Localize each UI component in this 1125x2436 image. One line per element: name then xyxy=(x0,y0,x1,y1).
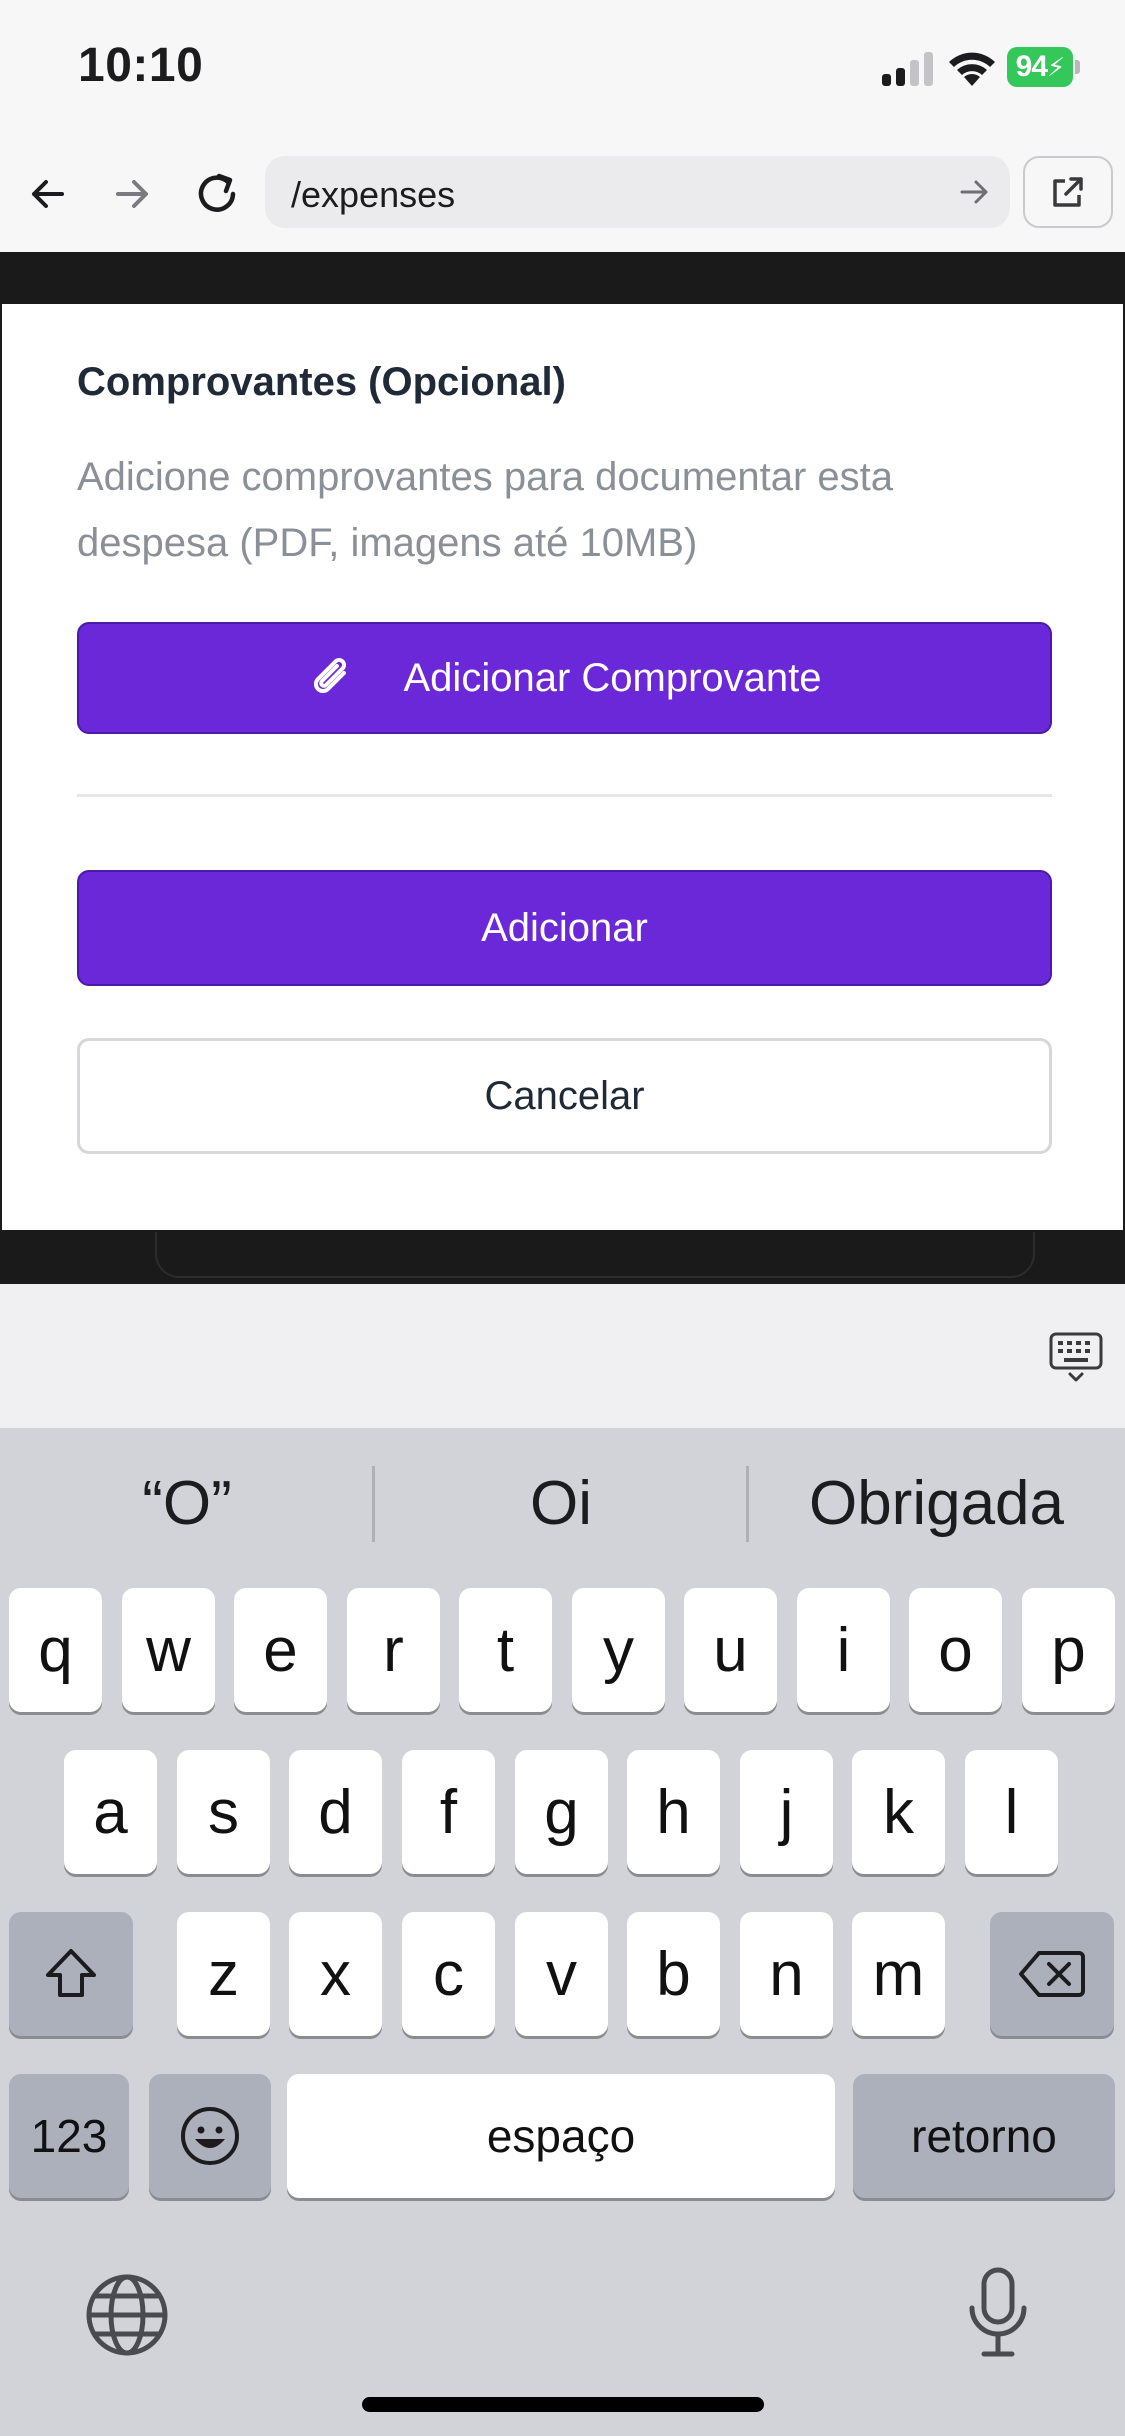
key-m[interactable]: m xyxy=(852,1912,945,2036)
key-z[interactable]: z xyxy=(177,1912,270,2036)
key-x[interactable]: x xyxy=(289,1912,382,2036)
keyboard: “O” Oi Obrigada q w e r t y u i o p a s … xyxy=(0,1428,1125,2436)
microphone-icon[interactable] xyxy=(966,2266,1030,2362)
key-w[interactable]: w xyxy=(122,1588,215,1712)
key-c[interactable]: c xyxy=(402,1912,495,2036)
keyboard-dismiss-icon[interactable] xyxy=(1048,1330,1104,1386)
browser-toolbar: /expenses xyxy=(0,140,1125,250)
status-bar: 10:10 94 ⚡ xyxy=(0,0,1125,140)
submit-button[interactable]: Adicionar xyxy=(77,870,1052,986)
key-y[interactable]: y xyxy=(572,1588,665,1712)
key-j[interactable]: j xyxy=(740,1750,833,1874)
battery-tip xyxy=(1075,60,1080,74)
paperclip-icon xyxy=(308,653,358,703)
divider xyxy=(77,794,1052,797)
wifi-icon xyxy=(949,52,995,86)
url-text: /expenses xyxy=(291,174,456,215)
reload-icon xyxy=(198,173,236,212)
key-k[interactable]: k xyxy=(852,1750,945,1874)
key-t[interactable]: t xyxy=(459,1588,552,1712)
key-f[interactable]: f xyxy=(402,1750,495,1874)
external-link-icon xyxy=(1053,177,1083,207)
suggestion-3[interactable]: Obrigada xyxy=(748,1428,1125,1578)
emoji-key[interactable] xyxy=(149,2074,271,2198)
attachments-description: Adicione comprovantes para documentar es… xyxy=(77,455,894,565)
add-attachment-label: Adicionar Comprovante xyxy=(403,655,822,700)
attachments-title: Comprovantes (Opcional) xyxy=(77,360,566,404)
key-h[interactable]: h xyxy=(627,1750,720,1874)
key-a[interactable]: a xyxy=(64,1750,157,1874)
key-s[interactable]: s xyxy=(177,1750,270,1874)
back-button[interactable] xyxy=(16,162,80,226)
key-v[interactable]: v xyxy=(515,1912,608,2036)
home-indicator[interactable] xyxy=(362,2397,764,2412)
key-i[interactable]: i xyxy=(797,1588,890,1712)
return-key[interactable]: retorno xyxy=(853,2074,1115,2198)
expense-form-panel: Comprovantes (Opcional) Adicione comprov… xyxy=(0,304,1125,1232)
go-arrow-icon[interactable] xyxy=(956,174,992,210)
key-p[interactable]: p xyxy=(1022,1588,1115,1712)
delete-key[interactable] xyxy=(990,1912,1114,2036)
shift-key[interactable] xyxy=(9,1912,133,2036)
key-q[interactable]: q xyxy=(9,1588,102,1712)
globe-icon[interactable] xyxy=(84,2272,170,2358)
add-attachment-button[interactable]: Adicionar Comprovante xyxy=(77,622,1052,734)
keyboard-accessory-bar xyxy=(0,1284,1125,1428)
cancel-button[interactable]: Cancelar xyxy=(77,1038,1052,1154)
key-r[interactable]: r xyxy=(347,1588,440,1712)
key-l[interactable]: l xyxy=(965,1750,1058,1874)
modal-backdrop-bottom xyxy=(0,1232,1125,1284)
battery-level: 94 xyxy=(1015,50,1048,83)
underlying-card-edge xyxy=(155,1232,1035,1278)
key-d[interactable]: d xyxy=(289,1750,382,1874)
key-u[interactable]: u xyxy=(684,1588,777,1712)
address-bar[interactable]: /expenses xyxy=(265,156,1010,228)
cellular-signal-icon xyxy=(882,52,934,86)
forward-button[interactable] xyxy=(100,162,164,226)
suggestion-1[interactable]: “O” xyxy=(0,1428,374,1578)
battery-icon: 94 ⚡ xyxy=(1007,47,1073,87)
key-b[interactable]: b xyxy=(627,1912,720,2036)
shift-icon xyxy=(46,1949,96,1997)
backspace-icon xyxy=(1019,1951,1085,1997)
arrow-left-icon xyxy=(32,180,64,208)
status-time: 10:10 xyxy=(78,39,204,92)
reload-button[interactable] xyxy=(185,162,249,226)
modal-backdrop-top xyxy=(0,252,1125,304)
emoji-icon xyxy=(181,2107,239,2165)
key-g[interactable]: g xyxy=(515,1750,608,1874)
key-o[interactable]: o xyxy=(909,1588,1002,1712)
numbers-key[interactable]: 123 xyxy=(9,2074,129,2198)
arrow-right-icon xyxy=(116,180,148,208)
key-n[interactable]: n xyxy=(740,1912,833,2036)
suggestion-2[interactable]: Oi xyxy=(374,1428,748,1578)
key-e[interactable]: e xyxy=(234,1588,327,1712)
space-key[interactable]: espaço xyxy=(287,2074,835,2198)
open-external-button[interactable] xyxy=(1023,156,1113,228)
